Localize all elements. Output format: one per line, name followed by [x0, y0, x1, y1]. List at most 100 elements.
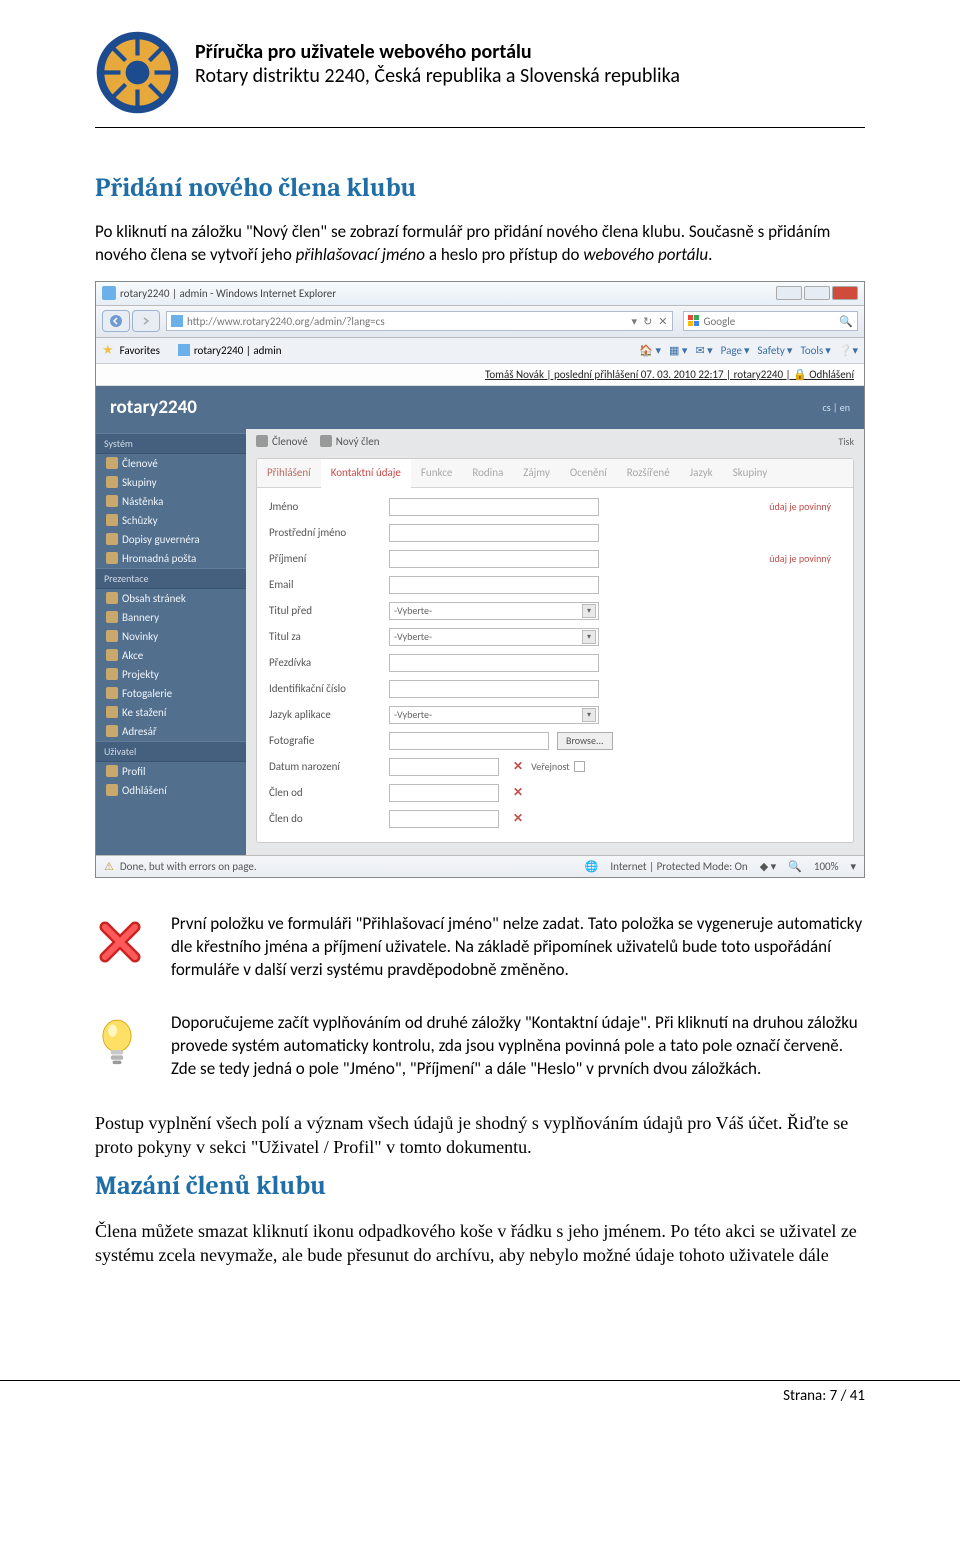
- breadcrumb-novy-clen[interactable]: Nový člen: [320, 435, 380, 448]
- help-icon[interactable]: ❔▾: [839, 344, 858, 357]
- sidebar-section-prezentace: Prezentace: [96, 568, 246, 589]
- maximize-button[interactable]: [804, 286, 830, 300]
- sidebar-item-odhlaseni[interactable]: Odhlášení: [96, 781, 246, 800]
- input-jmeno[interactable]: [389, 498, 599, 516]
- sidebar-item-posta[interactable]: Hromadná pošta: [96, 549, 246, 568]
- ie-page-icon: [171, 315, 183, 327]
- stop-icon[interactable]: ✕: [658, 315, 667, 328]
- ie-icon: [102, 286, 116, 300]
- tools-menu[interactable]: Tools ▾: [800, 344, 830, 357]
- tab-prihlaseni[interactable]: Přihlášení: [257, 459, 321, 487]
- tab-skupiny[interactable]: Skupiny: [723, 459, 778, 487]
- address-bar-icons: ▾ ↻ ✕: [632, 315, 668, 328]
- user-status-text[interactable]: Tomáš Novák | poslední přihlášení 07. 03…: [485, 368, 854, 381]
- verejnost-checkbox[interactable]: [574, 761, 585, 772]
- label-ident: Identifikační číslo: [269, 682, 389, 695]
- sidebar-item-obsah[interactable]: Obsah stránek: [96, 589, 246, 608]
- app-name: rotary2240: [110, 396, 197, 419]
- header-text-block: Příručka pro uživatele webového portálu …: [195, 30, 680, 88]
- tab-jazyk[interactable]: Jazyk: [680, 459, 723, 487]
- back-button[interactable]: [102, 310, 130, 332]
- window-titlebar: rotary2240 | admin - Windows Internet Ex…: [96, 282, 864, 306]
- sidebar-item-skupiny[interactable]: Skupiny: [96, 473, 246, 492]
- sidebar-item-akce[interactable]: Akce: [96, 646, 246, 665]
- input-prezdivka[interactable]: [389, 654, 599, 672]
- input-clen-od[interactable]: [389, 784, 499, 802]
- address-bar[interactable]: http://www.rotary2240.org/admin/?lang=cs…: [166, 311, 673, 331]
- select-titul-za[interactable]: -Vyberte-▾: [389, 628, 599, 646]
- sidebar-item-profil[interactable]: Profil: [96, 762, 246, 781]
- sidebar-item-nastenka[interactable]: Nástěnka: [96, 492, 246, 511]
- zoom-value: 100%: [814, 860, 839, 873]
- clear-clen-od-icon[interactable]: ✕: [513, 785, 523, 800]
- minimize-button[interactable]: [776, 286, 802, 300]
- safety-menu[interactable]: Safety ▾: [757, 344, 792, 357]
- sidebar-item-kestazeni[interactable]: Ke stažení: [96, 703, 246, 722]
- input-clen-do[interactable]: [389, 810, 499, 828]
- browse-button[interactable]: Browse...: [557, 732, 613, 750]
- forward-button[interactable]: [132, 310, 160, 332]
- page-menu[interactable]: Page ▾: [721, 344, 750, 357]
- input-ident[interactable]: [389, 680, 599, 698]
- language-switch[interactable]: cs | en: [823, 401, 851, 414]
- input-email[interactable]: [389, 576, 599, 594]
- folder-icon: [106, 457, 118, 469]
- sidebar-item-adresar[interactable]: Adresář: [96, 722, 246, 741]
- label-fotografie: Fotografie: [269, 734, 389, 747]
- tab-kontaktni-udaje[interactable]: Kontaktní údaje: [321, 459, 411, 488]
- close-button[interactable]: [832, 286, 858, 300]
- clear-date-icon[interactable]: ✕: [513, 759, 523, 774]
- clear-clen-do-icon[interactable]: ✕: [513, 811, 523, 826]
- zone-dropdown-icon[interactable]: ◆ ▾: [760, 860, 776, 873]
- zoom-icon[interactable]: 🔍: [788, 860, 802, 873]
- label-clen-do: Člen do: [269, 812, 389, 825]
- sidebar-item-bannery[interactable]: Bannery: [96, 608, 246, 627]
- section-heading-add-member: Přidání nového člena klubu: [95, 173, 865, 203]
- tab-zajmy[interactable]: Zájmy: [513, 459, 560, 487]
- favorites-bar: ★ Favorites rotary2240 | admin 🏠 ▾ ▦ ▾ ✉…: [96, 338, 864, 364]
- tab-rozsirene[interactable]: Rozšířené: [617, 459, 680, 487]
- sidebar-item-clenove[interactable]: Členové: [96, 454, 246, 473]
- sidebar-item-fotogalerie[interactable]: Fotogalerie: [96, 684, 246, 703]
- tab-oceneni[interactable]: Ocenění: [560, 459, 617, 487]
- intro-paragraph: Po kliknutí na záložku "Nový člen" se zo…: [95, 221, 865, 267]
- folder-icon: [106, 611, 118, 623]
- body-paragraph-1: Postup vyplnění všech polí a význam všec…: [95, 1111, 865, 1160]
- favorites-star-icon[interactable]: ★: [102, 343, 114, 358]
- select-titul-pred[interactable]: -Vyberte-▾: [389, 602, 599, 620]
- search-icon[interactable]: 🔍: [839, 315, 853, 328]
- sidebar-item-schuzky[interactable]: Schůzky: [96, 511, 246, 530]
- sidebar-item-projekty[interactable]: Projekty: [96, 665, 246, 684]
- input-prijmeni[interactable]: [389, 550, 599, 568]
- intro-text-e: .: [708, 244, 712, 265]
- tab-funkce[interactable]: Funkce: [411, 459, 462, 487]
- input-prostredni[interactable]: [389, 524, 599, 542]
- search-box[interactable]: Google 🔍: [683, 311, 859, 331]
- tab-rodina[interactable]: Rodina: [462, 459, 513, 487]
- feeds-icon[interactable]: ▦ ▾: [669, 344, 687, 357]
- verejnost-label: Veřejnost: [531, 760, 585, 773]
- dropdown-icon[interactable]: ▾: [632, 315, 638, 328]
- home-icon[interactable]: 🏠 ▾: [639, 344, 661, 357]
- header-subtitle: Rotary distriktu 2240, Česká republika a…: [195, 64, 680, 88]
- form-body: Jménoúdaj je povinný Prostřední jméno Př…: [257, 488, 853, 842]
- protected-mode-text: Internet | Protected Mode: On: [610, 860, 747, 873]
- folder-icon: [106, 592, 118, 604]
- input-datum[interactable]: [389, 758, 499, 776]
- row-prijmeni: Příjmeníúdaj je povinný: [257, 546, 853, 572]
- intro-text-b: přihlašovací jméno: [296, 244, 425, 265]
- label-titul-pred: Titul před: [269, 604, 389, 617]
- zoom-dropdown-icon[interactable]: ▾: [850, 860, 856, 873]
- label-prijmeni: Příjmení: [269, 552, 389, 565]
- breadcrumb-clenove[interactable]: Členové: [256, 435, 308, 448]
- select-jazyk[interactable]: -Vyberte-▾: [389, 706, 599, 724]
- input-fotografie[interactable]: [389, 732, 549, 750]
- sidebar-item-dopisy[interactable]: Dopisy guvernéra: [96, 530, 246, 549]
- folder-icon: [106, 630, 118, 642]
- user-status-bar: Tomáš Novák | poslední přihlášení 07. 03…: [96, 364, 864, 386]
- print-link[interactable]: Tisk: [838, 435, 854, 448]
- refresh-icon[interactable]: ↻: [643, 315, 652, 328]
- sidebar-item-novinky[interactable]: Novinky: [96, 627, 246, 646]
- window-buttons: [776, 286, 858, 300]
- mail-icon[interactable]: ✉ ▾: [695, 344, 712, 357]
